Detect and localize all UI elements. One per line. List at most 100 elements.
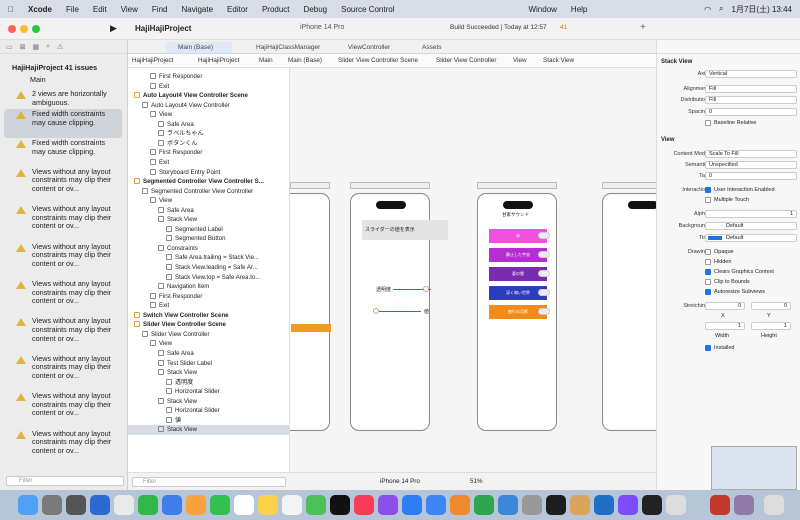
- menu-window[interactable]: Window: [528, 5, 556, 14]
- opaque-checkbox[interactable]: [705, 249, 711, 255]
- tv-icon[interactable]: [330, 495, 350, 515]
- outline-filter-input[interactable]: Filter: [132, 477, 286, 487]
- outline-item[interactable]: View: [128, 196, 289, 206]
- stretching-x-field[interactable]: 0: [705, 302, 745, 310]
- apple-icon[interactable]: : [8, 5, 14, 14]
- screen-icon[interactable]: [642, 495, 662, 515]
- multiple-touch-checkbox[interactable]: [705, 197, 711, 203]
- clip-bounds-checkbox[interactable]: [705, 279, 711, 285]
- run-button[interactable]: ▶: [110, 23, 117, 34]
- outline-scene[interactable]: Segmented Controller View Controller S..…: [128, 177, 289, 187]
- app-icon[interactable]: [734, 495, 754, 515]
- outline-item[interactable]: Storyboard Entry Point: [128, 168, 289, 178]
- outline-item[interactable]: Stack View: [128, 397, 289, 407]
- app-icon[interactable]: [710, 495, 730, 515]
- installed-checkbox[interactable]: [705, 345, 711, 351]
- outline-item[interactable]: First Responder: [128, 148, 289, 158]
- tab-assets[interactable]: Assets: [410, 42, 450, 53]
- menu-navigate[interactable]: Navigate: [181, 5, 213, 14]
- utility-icon[interactable]: [522, 495, 542, 515]
- tab-viewcontroller[interactable]: ViewController: [336, 42, 406, 53]
- outline-item[interactable]: Exit: [128, 158, 289, 168]
- menu-file[interactable]: File: [66, 5, 79, 14]
- outline-item[interactable]: Constraints: [128, 244, 289, 254]
- alignment-select[interactable]: Fill: [705, 85, 797, 93]
- jump-item[interactable]: View: [513, 54, 527, 68]
- outline-item[interactable]: View: [128, 110, 289, 120]
- photos-icon[interactable]: [186, 495, 206, 515]
- issue-item[interactable]: Fixed width constraints may cause clippi…: [32, 109, 120, 127]
- outline-scene[interactable]: Auto Layout4 View Controller Scene: [128, 91, 289, 101]
- outline-item[interactable]: First Responder: [128, 72, 289, 82]
- outline-item[interactable]: Test Slider Label: [128, 359, 289, 369]
- symbol-icon[interactable]: ▦: [33, 43, 40, 51]
- search-icon[interactable]: ⌕: [719, 4, 723, 14]
- user-interaction-checkbox[interactable]: [705, 187, 711, 193]
- safari-icon[interactable]: [90, 495, 110, 515]
- wifi-icon[interactable]: ◠: [704, 5, 711, 14]
- baseline-checkbox[interactable]: [705, 120, 711, 126]
- minimap[interactable]: [711, 446, 797, 490]
- alpha-field[interactable]: 1: [705, 210, 797, 218]
- outline-item[interactable]: Safe Area: [128, 120, 289, 130]
- axis-select[interactable]: Vertical: [705, 70, 797, 78]
- folder-icon[interactable]: ▭: [6, 43, 13, 51]
- navigator-filter-input[interactable]: Filter: [6, 476, 124, 486]
- chrome-icon[interactable]: [114, 495, 134, 515]
- facetime-icon[interactable]: [210, 495, 230, 515]
- app-menu[interactable]: Xcode: [28, 5, 52, 14]
- switch-scene-phone[interactable]: 甘家サウンド 赤静止した宇宙 夏の雲 深く暗い世界 夜行の月影: [477, 193, 557, 431]
- outline-item[interactable]: Segmented Button: [128, 234, 289, 244]
- app-icon[interactable]: [618, 495, 638, 515]
- scene-header[interactable]: [602, 182, 656, 189]
- reminders-icon[interactable]: [282, 495, 302, 515]
- music-icon[interactable]: [354, 495, 374, 515]
- terminal-icon[interactable]: [546, 495, 566, 515]
- issue-item[interactable]: Views without any layout constraints may…: [32, 317, 120, 343]
- jump-item[interactable]: Main: [259, 54, 273, 68]
- outline-item[interactable]: 値: [128, 416, 289, 426]
- slider-value-label[interactable]: スライダーの値を表示: [362, 220, 448, 240]
- menu-source-control[interactable]: Source Control: [341, 5, 394, 14]
- close-button[interactable]: [8, 25, 16, 33]
- switch-scene-header[interactable]: [477, 182, 557, 189]
- issue-item[interactable]: Views without any layout constraints may…: [32, 429, 120, 456]
- outline-item[interactable]: ラベルちゃん: [128, 129, 289, 139]
- jump-item[interactable]: Slider View Controller Scene: [338, 54, 418, 68]
- issue-item[interactable]: Views without any layout constraints may…: [32, 242, 120, 269]
- jump-item[interactable]: Stack View: [543, 54, 574, 68]
- zoom-button[interactable]: [32, 25, 40, 33]
- hidden-checkbox[interactable]: [705, 259, 711, 265]
- keynote-icon[interactable]: [498, 495, 518, 515]
- maps-icon[interactable]: [306, 495, 326, 515]
- tag-field[interactable]: 0: [705, 172, 797, 180]
- switch-toggle[interactable]: [538, 308, 550, 315]
- outline-item[interactable]: Safe Area: [128, 206, 289, 216]
- outline-item[interactable]: Auto Layout4 View Controller: [128, 101, 289, 111]
- vscode-icon[interactable]: [594, 495, 614, 515]
- menu-edit[interactable]: Edit: [93, 5, 107, 14]
- issue-item[interactable]: 2 views are horizontally ambiguous.: [32, 89, 120, 107]
- menu-find[interactable]: Find: [152, 5, 168, 14]
- value-slider[interactable]: [373, 311, 421, 312]
- issue-item[interactable]: Views without any layout constraints may…: [32, 391, 120, 418]
- issue-item[interactable]: Fixed width constraints may cause clippi…: [32, 138, 120, 156]
- outline-item[interactable]: Safe Area.trailing = Stack Vie...: [128, 253, 289, 263]
- issue-item[interactable]: Views without any layout constraints may…: [32, 204, 120, 231]
- outline-item[interactable]: Slider View Controller: [128, 330, 289, 340]
- minimize-button[interactable]: [20, 25, 28, 33]
- outline-item[interactable]: Exit: [128, 82, 289, 92]
- outline-item[interactable]: Horizontal Slider: [128, 387, 289, 397]
- switch-toggle[interactable]: [538, 251, 550, 258]
- issue-item[interactable]: Views without any layout constraints may…: [32, 279, 120, 306]
- outline-item[interactable]: Stack View.top = Safe Area.to...: [128, 273, 289, 283]
- distribution-select[interactable]: Fill: [705, 96, 797, 104]
- jump-item[interactable]: Main (Base): [288, 54, 322, 68]
- calendar-icon[interactable]: [234, 495, 254, 515]
- outline-item[interactable]: Stack View: [128, 368, 289, 378]
- device-selector[interactable]: iPhone 14 Pro: [380, 473, 420, 491]
- spacing-field[interactable]: 0: [705, 108, 797, 116]
- xcode-icon[interactable]: [426, 495, 446, 515]
- clears-context-checkbox[interactable]: [705, 269, 711, 275]
- settings-icon[interactable]: [66, 495, 86, 515]
